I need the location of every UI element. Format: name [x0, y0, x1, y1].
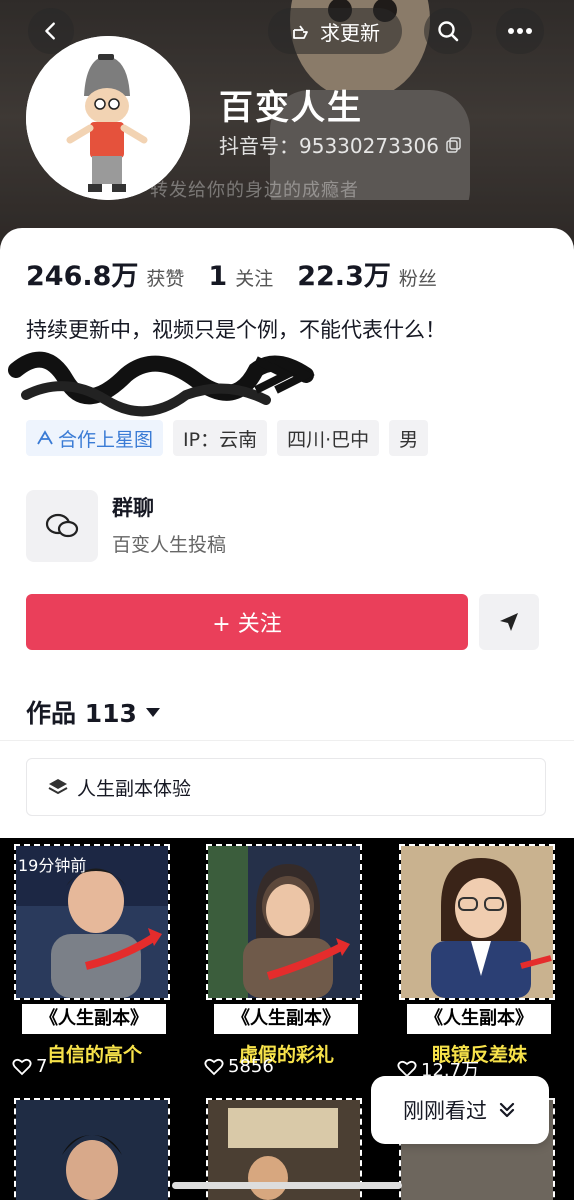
- search-button[interactable]: [424, 8, 472, 54]
- following-value: 1: [208, 261, 228, 292]
- thumbnail-illustration: [16, 1100, 168, 1200]
- banner-caption: 转发给你的身边的成瘾者: [150, 180, 359, 201]
- send-icon: [500, 613, 518, 631]
- more-button[interactable]: [496, 8, 544, 54]
- group-chat-title: 群聊: [112, 496, 154, 520]
- tag-xingtu[interactable]: 合作上星图: [26, 420, 164, 456]
- group-chat-icon-box: [26, 490, 98, 562]
- douyin-id-text: 抖音号：95330273306: [219, 134, 439, 158]
- douyin-id[interactable]: 抖音号：95330273306: [219, 130, 463, 159]
- fans-value: 22.3万: [297, 261, 391, 292]
- tag-location: 四川·巴中: [277, 420, 380, 456]
- works-tab[interactable]: 作品 113: [26, 694, 161, 730]
- video-card[interactable]: 《人生副本》 虚假的彩礼 5856: [192, 838, 381, 1088]
- search-icon: [438, 21, 459, 42]
- video-card[interactable]: 19分钟前 《人生副本》 自信的高个 7: [0, 838, 189, 1088]
- group-chat-subtitle: 百变人生投稿: [112, 534, 227, 556]
- heart-icon: [12, 1058, 32, 1075]
- profile-nickname: 百变人生: [219, 88, 363, 128]
- redaction-scribble: [8, 351, 315, 417]
- video-grid: 19分钟前 《人生副本》 自信的高个 7 《人生副本》 虚假的彩礼 5856 《…: [0, 838, 574, 1200]
- message-button[interactable]: [479, 594, 539, 650]
- tag-label: 四川·巴中: [287, 428, 370, 451]
- recently-viewed-label: 刚刚看过: [403, 1099, 487, 1123]
- likes-value: 246.8万: [26, 261, 139, 292]
- video-thumbnail: [399, 844, 555, 1000]
- video-time: 19分钟前: [18, 856, 87, 875]
- tag-gender: 男: [389, 420, 429, 456]
- request-update-button[interactable]: 求更新: [268, 8, 402, 54]
- caret-down-icon: [145, 708, 160, 717]
- video-card[interactable]: [0, 1092, 189, 1200]
- video-card[interactable]: 《人生副本》 眼镜反差妹 12.7万: [385, 838, 574, 1088]
- video-banner: 《人生副本》: [407, 1004, 551, 1034]
- likes-count: 5856: [228, 1056, 274, 1077]
- fans-label: 粉丝: [398, 268, 437, 290]
- tag-label: 男: [399, 428, 419, 451]
- works-label: 作品 113: [26, 699, 137, 728]
- heart-icon: [204, 1058, 224, 1075]
- chevron-left-icon: [45, 22, 55, 40]
- video-likes: 7: [12, 1056, 47, 1077]
- video-likes: 5856: [204, 1056, 274, 1077]
- double-chevron-down-icon: [499, 1102, 515, 1118]
- avatar[interactable]: [26, 36, 190, 200]
- collection-label: 人生副本体验: [77, 777, 192, 800]
- profile-tags: 合作上星图 IP：云南 四川·巴中 男: [26, 420, 429, 456]
- video-banner: 《人生副本》: [22, 1004, 166, 1034]
- group-chat-entry[interactable]: 群聊 百变人生投稿: [26, 490, 546, 562]
- layers-icon: [48, 779, 68, 795]
- video-thumbnail: [206, 844, 362, 1000]
- thumbnail-illustration: [401, 846, 553, 998]
- tag-label: 合作上星图: [58, 428, 154, 451]
- request-update-label: 求更新: [320, 20, 380, 45]
- fans-stat[interactable]: 22.3万 粉丝: [297, 254, 437, 293]
- profile-stats: 246.8万 获赞 1 关注 22.3万 粉丝: [26, 254, 461, 293]
- follow-button[interactable]: + 关注: [26, 594, 468, 650]
- likes-label: 获赞: [146, 268, 185, 290]
- divider: [0, 740, 574, 741]
- avatar-cartoon-image: [26, 36, 190, 200]
- likes-stat[interactable]: 246.8万 获赞: [26, 254, 184, 293]
- following-label: 关注: [235, 268, 274, 290]
- tag-ip: IP：云南: [173, 420, 268, 456]
- video-thumbnail: [14, 1098, 170, 1200]
- recently-viewed-button[interactable]: 刚刚看过: [371, 1076, 549, 1144]
- tag-label: IP：云南: [183, 428, 258, 451]
- following-stat[interactable]: 1 关注: [208, 261, 273, 292]
- follow-label: + 关注: [212, 612, 282, 637]
- hand-point-icon: [293, 25, 308, 39]
- chat-bubbles-icon: [45, 513, 79, 538]
- more-dots-icon: [508, 28, 532, 34]
- copy-icon[interactable]: [445, 136, 463, 154]
- video-banner: 《人生副本》: [214, 1004, 358, 1034]
- collection-button[interactable]: 人生副本体验: [26, 758, 546, 816]
- home-indicator: [172, 1182, 402, 1189]
- thumbnail-illustration: [208, 846, 360, 998]
- xingtu-icon: [37, 430, 53, 445]
- likes-count: 7: [36, 1056, 48, 1077]
